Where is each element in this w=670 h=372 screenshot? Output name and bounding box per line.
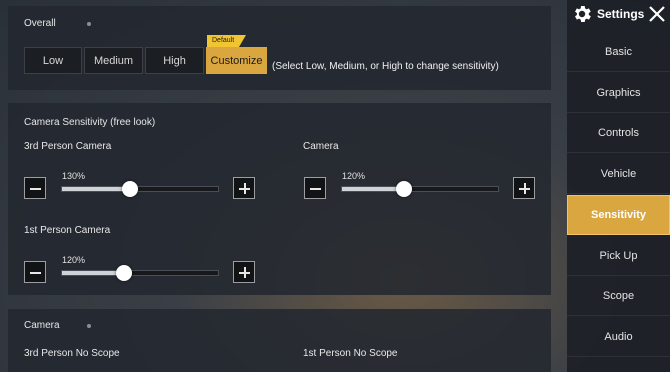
overall-title: Overall (24, 18, 56, 29)
third-person-value: 130% (62, 171, 86, 181)
section-dot (87, 22, 91, 26)
slider-fill (62, 187, 130, 191)
sidebar-item-sensitivity[interactable]: Sensitivity (567, 195, 670, 235)
slider-track[interactable]: 120% (61, 255, 219, 281)
first-person-camera-label: 1st Person Camera (24, 225, 111, 236)
slider-track[interactable]: 120% (341, 171, 499, 197)
slider-thumb[interactable] (116, 265, 133, 281)
preset-hint-text: (Select Low, Medium, or High to change s… (272, 61, 499, 72)
slider-thumb[interactable] (396, 181, 413, 197)
preset-high-button[interactable]: High (145, 47, 204, 74)
first-person-camera-slider: 120% (24, 255, 258, 285)
slider-fill (342, 187, 405, 191)
camera-label: Camera (303, 141, 339, 152)
preset-low-button[interactable]: Low (24, 47, 82, 74)
slider-thumb[interactable] (121, 181, 138, 197)
first-person-value: 120% (62, 255, 86, 265)
camera-decrease-button[interactable] (304, 177, 326, 199)
third-person-no-scope-label: 3rd Person No Scope (24, 348, 120, 359)
overall-preset-selector: Low Medium High Default Customize (24, 35, 267, 74)
sidebar-title: Settings (597, 7, 645, 21)
first-person-decrease-button[interactable] (24, 261, 46, 283)
sidebar-item-pick-up[interactable]: Pick Up (567, 236, 670, 276)
slider-track[interactable]: 130% (61, 171, 219, 197)
camera-free-look-title: Camera Sensitivity (free look) (24, 117, 156, 128)
third-person-camera-label: 3rd Person Camera (24, 141, 112, 152)
camera-panel: Camera 3rd Person No Scope 1st Person No… (8, 309, 551, 372)
sidebar-item-vehicle[interactable]: Vehicle (567, 154, 670, 194)
sidebar-header: Settings (567, 0, 670, 28)
camera-value: 120% (342, 171, 366, 181)
third-person-increase-button[interactable] (233, 177, 255, 199)
gear-icon (575, 6, 591, 22)
overall-panel: Overall Low Medium High Default Customiz… (8, 6, 551, 90)
slider-fill (62, 271, 125, 275)
sidebar-item-scope[interactable]: Scope (567, 276, 670, 316)
preset-medium-button[interactable]: Medium (84, 47, 143, 74)
settings-sidebar: Settings Basic Graphics Controls Vehicle… (567, 0, 670, 372)
camera-free-look-panel: Camera Sensitivity (free look) 3rd Perso… (8, 103, 551, 295)
third-person-camera-slider: 130% (24, 171, 258, 201)
preset-customize-button[interactable]: Default Customize (206, 35, 267, 74)
close-icon[interactable] (647, 4, 667, 24)
sidebar-item-audio[interactable]: Audio (567, 317, 670, 357)
preset-customize-label: Customize (210, 54, 263, 67)
sidebar-item-graphics[interactable]: Graphics (567, 73, 670, 113)
default-badge: Default (207, 35, 247, 47)
camera-section-title: Camera (24, 320, 60, 331)
first-person-increase-button[interactable] (233, 261, 255, 283)
section-dot (87, 324, 91, 328)
sidebar-item-basic[interactable]: Basic (567, 32, 670, 72)
first-person-no-scope-label: 1st Person No Scope (303, 348, 398, 359)
camera-slider: 120% (304, 171, 538, 201)
camera-increase-button[interactable] (513, 177, 535, 199)
third-person-decrease-button[interactable] (24, 177, 46, 199)
sidebar-item-controls[interactable]: Controls (567, 113, 670, 153)
